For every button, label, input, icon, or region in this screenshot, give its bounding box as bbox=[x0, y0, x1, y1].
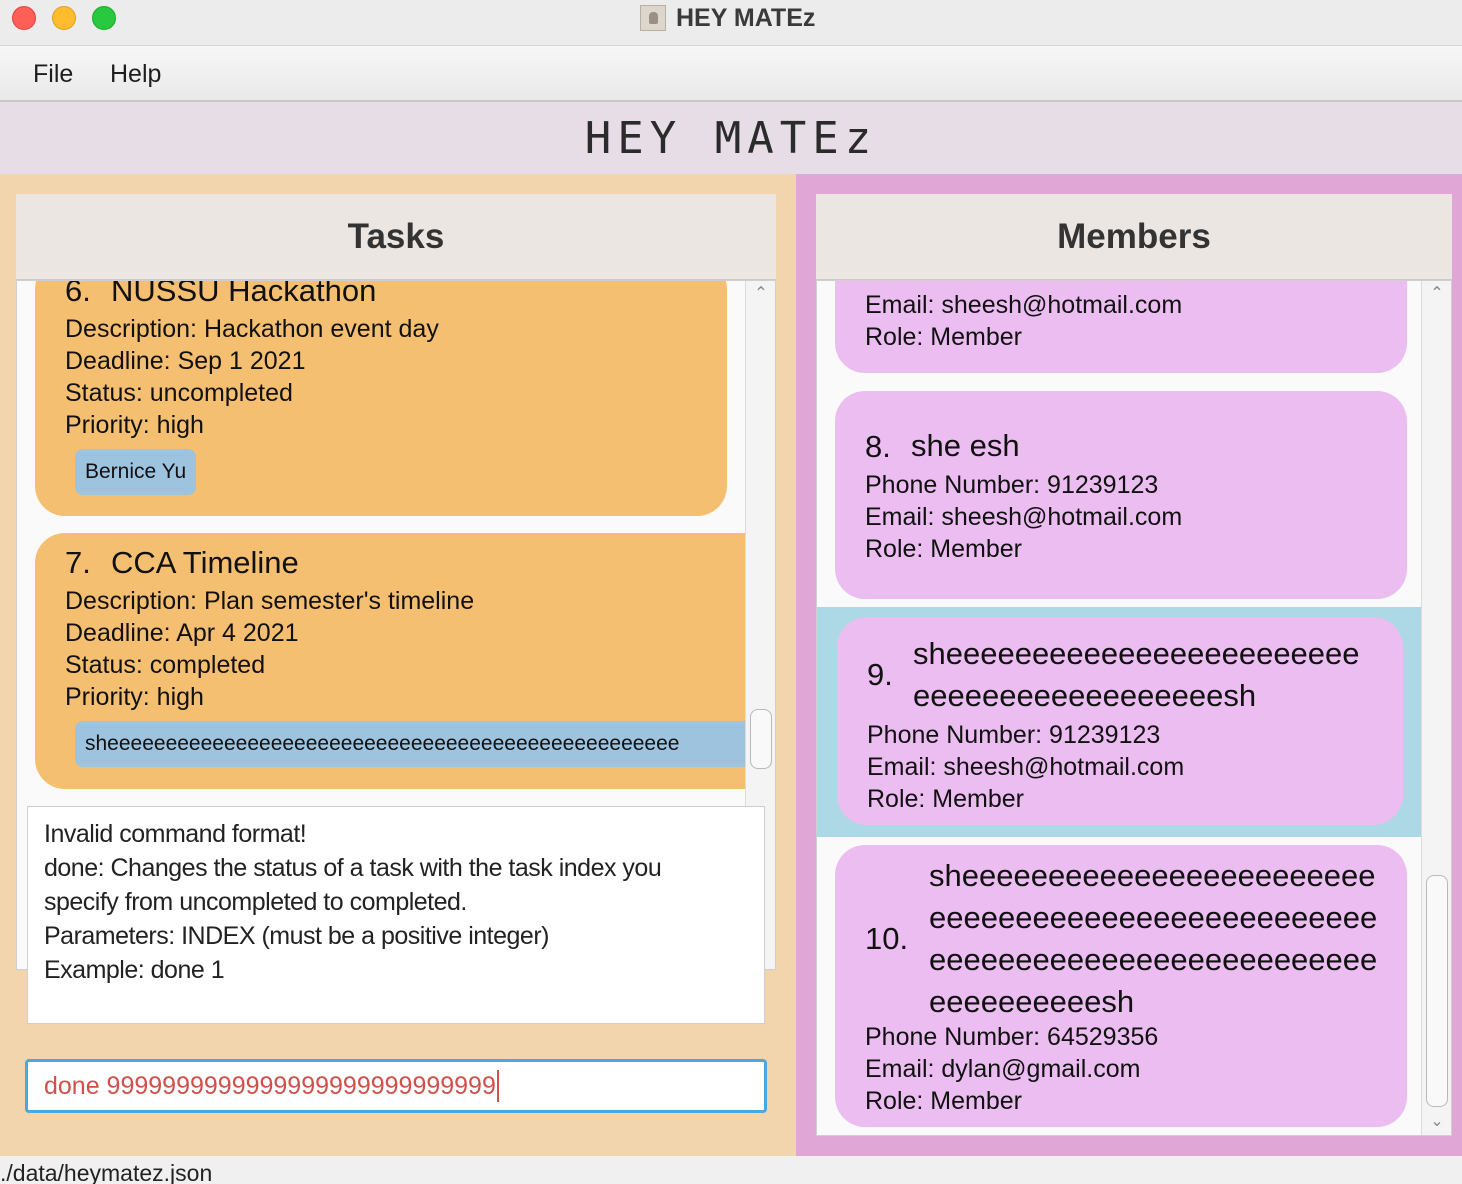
member-name-line: sheeeeeeeeeeeeeeeeeeeeeeee bbox=[913, 636, 1360, 671]
result-display: Invalid command format! done: Changes th… bbox=[27, 806, 765, 1024]
member-role: Role: Member bbox=[865, 535, 1022, 563]
tasks-header: Tasks bbox=[16, 194, 776, 280]
app-icon bbox=[640, 5, 666, 31]
task-status: Status: completed bbox=[65, 651, 266, 679]
task-priority: Priority: high bbox=[65, 683, 204, 711]
task-deadline: Deadline: Apr 4 2021 bbox=[65, 619, 299, 647]
members-header: Members bbox=[816, 194, 1452, 280]
member-name-line: eeeeeeeeeeeeeeeeeesh bbox=[913, 678, 1257, 713]
member-card[interactable]: 10. sheeeeeeeeeeeeeeeeeeeeeeee eeeeeeeee… bbox=[835, 845, 1407, 1127]
result-line: specify from uncompleted to completed. bbox=[44, 888, 467, 916]
member-list-scroll-thumb[interactable] bbox=[1426, 875, 1448, 1107]
task-description: Description: Hackathon event day bbox=[65, 315, 439, 343]
member-role: Role: Member bbox=[867, 785, 1024, 813]
task-list-scroll-thumb[interactable] bbox=[750, 709, 772, 769]
member-card[interactable]: 8. she esh Phone Number: 91239123 Email:… bbox=[835, 391, 1407, 599]
task-index: 6. bbox=[65, 280, 91, 308]
member-name: she esh bbox=[911, 428, 1020, 463]
selected-member-row[interactable]: 9. sheeeeeeeeeeeeeeeeeeeeeeee eeeeeeeeee… bbox=[817, 607, 1423, 837]
result-line: done: Changes the status of a task with … bbox=[44, 854, 662, 882]
member-phone: Phone Number: 91239123 bbox=[865, 471, 1159, 499]
maximize-window-button[interactable] bbox=[92, 6, 116, 30]
member-role: Role: Member bbox=[865, 1087, 1022, 1115]
window-title: HEY MATEz bbox=[640, 4, 815, 32]
task-name: CCA Timeline bbox=[111, 545, 299, 580]
text-caret bbox=[496, 1070, 499, 1102]
task-deadline: Deadline: Sep 1 2021 bbox=[65, 347, 306, 375]
member-email: Email: dylan@gmail.com bbox=[865, 1055, 1141, 1083]
member-list[interactable]: Email: sheesh@hotmail.com Role: Member 8… bbox=[816, 280, 1452, 1136]
app-header: HEY MATEz bbox=[0, 102, 1462, 174]
task-index: 7. bbox=[65, 545, 91, 580]
member-email: Email: sheesh@hotmail.com bbox=[865, 291, 1183, 319]
menu-bar: File Help bbox=[0, 46, 1462, 102]
member-index: 10. bbox=[865, 921, 909, 956]
task-assignee-tag: Bernice Yu bbox=[75, 449, 197, 495]
task-name: NUSSU Hackathon bbox=[111, 280, 377, 308]
task-priority: Priority: high bbox=[65, 411, 204, 439]
close-window-button[interactable] bbox=[12, 6, 36, 30]
member-card[interactable]: 9. sheeeeeeeeeeeeeeeeeeeeeeee eeeeeeeeee… bbox=[837, 617, 1403, 825]
member-phone: Phone Number: 64529356 bbox=[865, 1023, 1159, 1051]
member-name-line: eeeeeeeeeeeeeeeeeeeeeeeeee bbox=[929, 942, 1378, 977]
member-index: 8. bbox=[865, 429, 891, 464]
member-phone: Phone Number: 91239123 bbox=[867, 721, 1161, 749]
result-line: Invalid command format! bbox=[44, 820, 307, 848]
result-line: Example: done 1 bbox=[44, 956, 225, 984]
member-name-line: eeeeeeeeeesh bbox=[929, 984, 1135, 1019]
member-list-scrollbar[interactable]: ⌃ ⌄ bbox=[1421, 281, 1451, 1135]
command-input[interactable]: done 9999999999999999999999999999 bbox=[25, 1059, 767, 1113]
window-title-text: HEY MATEz bbox=[676, 3, 816, 32]
member-role: Role: Member bbox=[865, 323, 1022, 351]
menu-help[interactable]: Help bbox=[110, 60, 161, 89]
window-title-bar: HEY MATEz bbox=[0, 0, 1462, 46]
app-header-title: HEY MATEz bbox=[584, 112, 878, 164]
member-card[interactable]: Email: sheesh@hotmail.com Role: Member bbox=[835, 281, 1407, 373]
scroll-down-icon[interactable]: ⌄ bbox=[1422, 1109, 1451, 1135]
member-email: Email: sheesh@hotmail.com bbox=[865, 503, 1183, 531]
menu-file[interactable]: File bbox=[33, 60, 73, 89]
member-name-line: eeeeeeeeeeeeeeeeeeeeeeeeee bbox=[929, 900, 1378, 935]
task-description: Description: Plan semester's timeline bbox=[65, 587, 475, 615]
task-card[interactable]: 6. NUSSU Hackathon Description: Hackatho… bbox=[35, 280, 727, 516]
scroll-up-icon[interactable]: ⌃ bbox=[746, 281, 775, 307]
task-assignee-tag: sheeeeeeeeeeeeeeeeeeeeeeeeeeeeeeeeeeeeee… bbox=[75, 721, 745, 767]
task-card[interactable]: 7. CCA Timeline Description: Plan semest… bbox=[35, 533, 775, 789]
members-pane: Members Email: sheesh@hotmail.com Role: … bbox=[796, 174, 1462, 1156]
tasks-pane: Tasks 6. NUSSU Hackathon Description: Ha… bbox=[0, 174, 796, 1156]
member-email: Email: sheesh@hotmail.com bbox=[867, 753, 1185, 781]
result-line: Parameters: INDEX (must be a positive in… bbox=[44, 922, 549, 950]
member-name-line: sheeeeeeeeeeeeeeeeeeeeeeee bbox=[929, 858, 1376, 893]
scroll-up-icon[interactable]: ⌃ bbox=[1422, 281, 1451, 307]
minimize-window-button[interactable] bbox=[52, 6, 76, 30]
status-bar-file-path: ./data/heymatez.json bbox=[0, 1156, 1462, 1184]
command-input-value: done 9999999999999999999999999999 bbox=[44, 1071, 496, 1100]
member-index: 9. bbox=[867, 657, 893, 692]
task-status: Status: uncompleted bbox=[65, 379, 293, 407]
